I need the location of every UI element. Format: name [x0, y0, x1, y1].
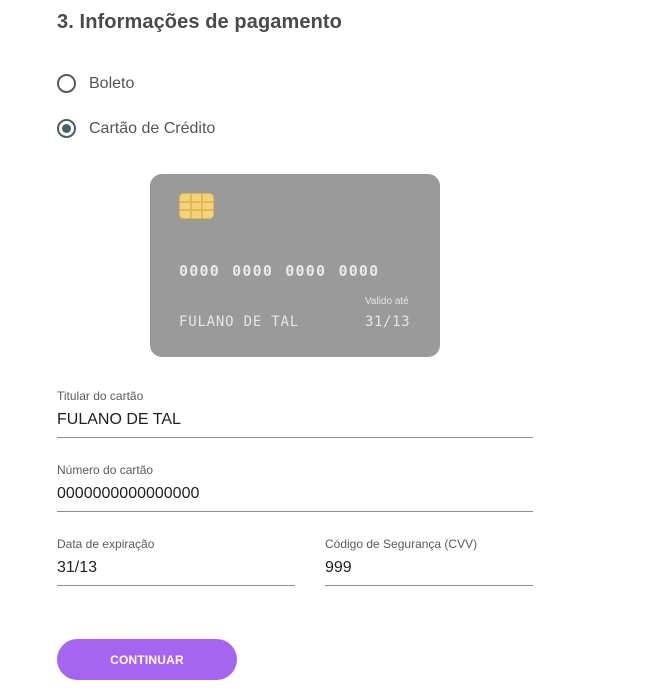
card-chip-icon [179, 193, 214, 219]
radio-option-credit-card[interactable]: Cartão de Crédito [57, 119, 215, 138]
radio-option-boleto[interactable]: Boleto [57, 74, 134, 93]
radio-label-credit-card: Cartão de Crédito [89, 119, 216, 137]
card-number-input[interactable] [57, 483, 533, 512]
card-number-field: Número do cartão [57, 463, 533, 512]
card-holder-input[interactable] [57, 409, 533, 438]
card-holder-field: Titular do cartão [57, 389, 533, 438]
cvv-input[interactable] [325, 557, 533, 586]
card-holder-label: Titular do cartão [57, 389, 144, 403]
card-number-display: 0000 0000 0000 0000 [179, 262, 380, 280]
payment-page: 3. Informações de pagamento Boleto Cartã… [0, 0, 671, 700]
expiry-date-field: Data de expiração [57, 537, 295, 586]
expiry-date-input[interactable] [57, 557, 295, 586]
cvv-field: Código de Segurança (CVV) [325, 537, 533, 586]
radio-button-credit-card[interactable] [57, 119, 76, 138]
radio-label-boleto: Boleto [89, 74, 135, 92]
card-holder-display: FULANO DE TAL [179, 314, 299, 330]
cvv-label: Código de Segurança (CVV) [325, 537, 478, 551]
card-number-label: Número do cartão [57, 463, 154, 477]
section-title: 3. Informações de pagamento [57, 11, 342, 33]
credit-card-preview: 0000 0000 0000 0000 Valido até FULANO DE… [150, 174, 440, 357]
continue-button[interactable]: CONTINUAR [57, 639, 237, 680]
expiry-date-label: Data de expiração [57, 537, 155, 551]
card-valid-value: 31/13 [365, 314, 411, 330]
card-valid-label: Valido até [365, 296, 409, 307]
radio-button-boleto[interactable] [57, 74, 76, 93]
